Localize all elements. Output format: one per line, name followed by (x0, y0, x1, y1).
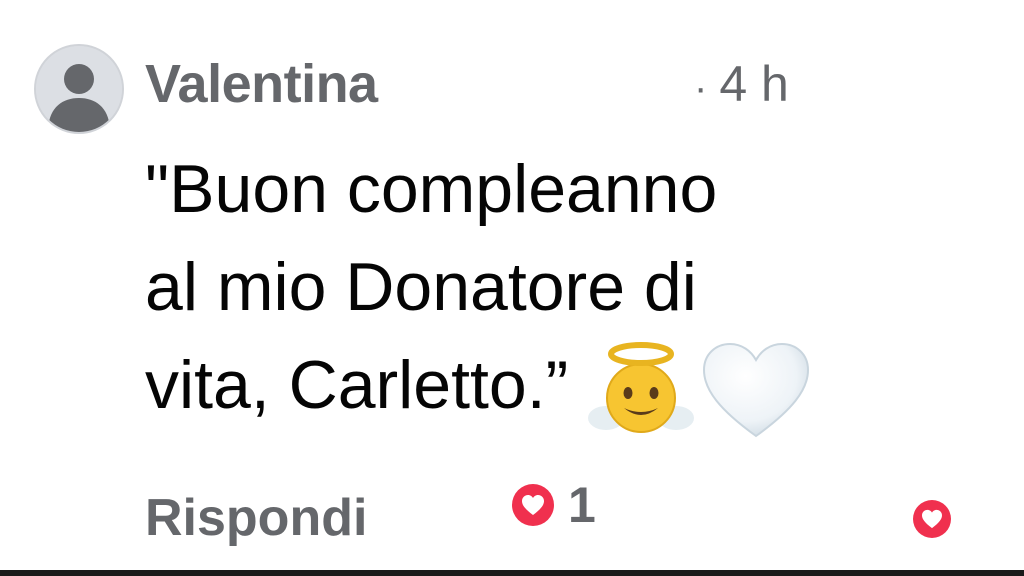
bottom-divider (0, 570, 1024, 576)
comment-line-3: vita, Carletto.” (145, 347, 569, 423)
time-label: 4 h (719, 56, 789, 112)
reaction-count: 1 (568, 477, 596, 533)
comment-line-2: al mio Donatore di (145, 249, 697, 325)
comment-line-1: "Buon compleanno (145, 151, 718, 227)
reaction-summary[interactable]: 1 (512, 479, 596, 531)
love-reaction-icon (922, 509, 942, 529)
time-separator: · (694, 66, 708, 110)
love-react-button[interactable] (913, 500, 951, 538)
reply-button[interactable]: Rispondi (145, 486, 367, 550)
angel-face-icon (588, 342, 695, 434)
default-person-icon (36, 46, 122, 132)
comment-line-3-wrap: vita, Carletto.” (145, 336, 965, 440)
comment-timestamp[interactable]: · 4 h (694, 52, 789, 120)
love-reaction-icon (512, 484, 554, 526)
comment-author-name[interactable]: Valentina (145, 52, 378, 116)
white-heart-icon (703, 343, 810, 438)
comment-avatar[interactable] (34, 44, 124, 134)
comment-text: "Buon compleanno al mio Donatore di vita… (145, 140, 965, 440)
